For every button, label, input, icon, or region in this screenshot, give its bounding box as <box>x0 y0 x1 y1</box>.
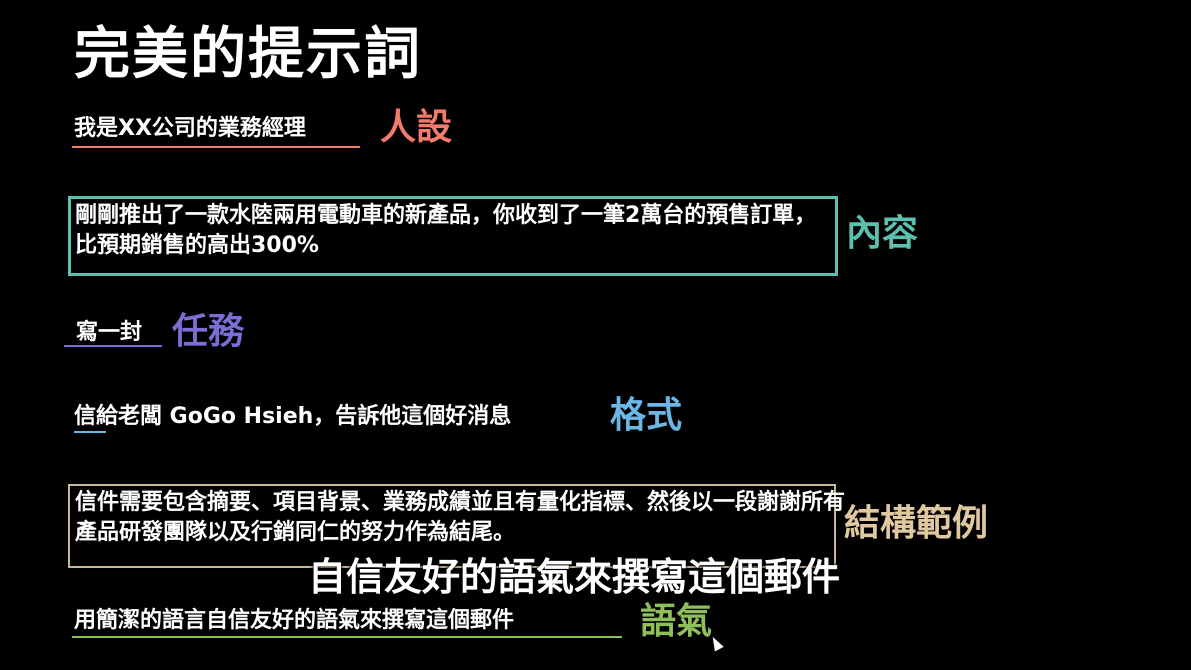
structure-tag: 結構範例 <box>844 503 989 544</box>
tone-underline <box>72 636 622 638</box>
format-text: 信給老闆 GoGo Hsieh，告訴他這個好消息 <box>74 404 512 429</box>
format-underline <box>74 431 106 433</box>
persona-tag: 人設 <box>380 107 453 148</box>
mouse-cursor-icon <box>708 634 724 652</box>
persona-text: 我是XX公司的業務經理 <box>74 116 306 141</box>
task-tag: 任務 <box>172 311 245 352</box>
format-tag: 格式 <box>610 395 683 436</box>
persona-underline <box>72 146 360 148</box>
content-text: 剛剛推出了一款水陸兩用電動車的新產品，你收到了一筆2萬台的預售訂單，比預期銷售的… <box>75 203 817 258</box>
tone-text: 用簡潔的語言自信友好的語氣來撰寫這個郵件 <box>74 608 515 633</box>
task-underline <box>64 345 162 347</box>
content-tag: 內容 <box>846 213 919 254</box>
slide-title: 完美的提示詞 <box>74 22 422 87</box>
video-subtitle: 自信友好的語氣來撰寫這個郵件 <box>308 555 841 599</box>
task-text: 寫一封 <box>76 320 143 345</box>
structure-text: 信件需要包含摘要、項目背景、業務成績並且有量化指標、然後以一段謝謝所有產品研發團… <box>75 490 846 545</box>
tone-tag: 語氣 <box>640 601 713 642</box>
